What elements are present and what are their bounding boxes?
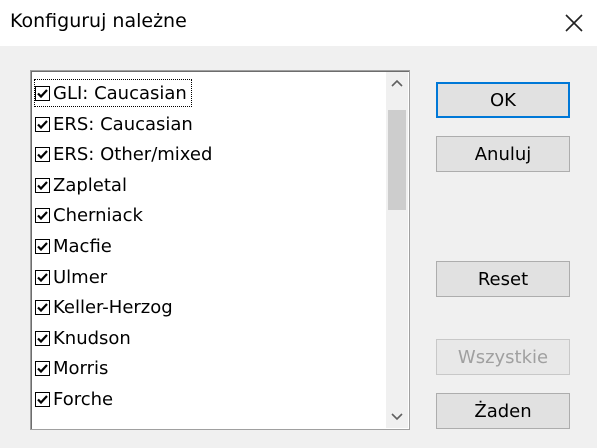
list-item[interactable]: Macfie (35, 231, 375, 261)
chevron-up-icon (391, 79, 403, 87)
list-item-content: Ulmer (35, 264, 111, 290)
close-icon (565, 14, 583, 32)
list-item-label: Macfie (53, 235, 112, 257)
list-item[interactable]: ERS: Caucasian (35, 109, 375, 139)
list-item-label: Knudson (53, 327, 131, 349)
list-item[interactable]: Zapletal (35, 170, 375, 200)
checkmark-icon (37, 119, 48, 129)
list-item-content: Morris (35, 355, 112, 381)
list-item-content: Cherniack (35, 202, 147, 228)
list-item-label: ERS: Caucasian (53, 113, 193, 135)
list-item[interactable]: Morris (35, 353, 375, 383)
list-item-content: ERS: Caucasian (35, 111, 197, 137)
list-item[interactable]: Knudson (35, 323, 375, 353)
checkmark-icon (37, 149, 48, 159)
title-bar: Konfiguruj należne (0, 0, 597, 46)
select-all-button[interactable]: Wszystkie (436, 339, 570, 375)
scroll-up-button[interactable] (386, 72, 408, 94)
list-item-content: Knudson (35, 325, 135, 351)
list-item-label: GLI: Caucasian (53, 82, 187, 104)
checkmark-icon (37, 210, 48, 220)
list-item-label: Ulmer (53, 266, 108, 288)
checkbox[interactable] (35, 116, 50, 132)
chevron-down-icon (391, 413, 403, 421)
select-none-button[interactable]: Żaden (436, 393, 570, 429)
cancel-button[interactable]: Anuluj (436, 136, 570, 172)
list-item[interactable]: Forche (35, 384, 375, 414)
checkmark-icon (37, 241, 48, 251)
list-item-label: Keller-Herzog (53, 296, 173, 318)
list-item-label: Morris (53, 357, 109, 379)
checkbox[interactable] (35, 299, 50, 315)
list-item-content: Macfie (35, 233, 116, 259)
checkbox[interactable] (35, 330, 50, 346)
checkbox[interactable] (35, 391, 50, 407)
dialog-title: Konfiguruj należne (10, 10, 187, 32)
list-item[interactable]: Cherniack (35, 200, 375, 230)
checkbox[interactable] (35, 269, 50, 285)
list-item-content: Keller-Herzog (35, 294, 177, 320)
list-item-label: Cherniack (53, 204, 143, 226)
checkbox[interactable] (35, 238, 50, 254)
checkmark-icon (37, 88, 48, 98)
list-item-label: ERS: Other/mixed (53, 143, 213, 165)
checkmark-icon (37, 272, 48, 282)
list-item[interactable]: Keller-Herzog (35, 292, 375, 322)
list-item-label: Forche (53, 388, 114, 410)
close-button[interactable] (551, 0, 597, 46)
list-item[interactable]: ERS: Other/mixed (35, 139, 375, 169)
list-item[interactable]: GLI: Caucasian (34, 78, 375, 108)
list-item-content: Zapletal (35, 172, 131, 198)
checkbox[interactable] (35, 177, 50, 193)
checkbox[interactable] (35, 360, 50, 376)
scroll-thumb[interactable] (388, 110, 406, 210)
checkmark-icon (37, 180, 48, 190)
checkbox[interactable] (35, 146, 50, 162)
vertical-scrollbar[interactable] (386, 72, 408, 428)
reference-list[interactable]: GLI: Caucasian ERS: Caucasian ERS: Other/m… (30, 70, 410, 430)
checkbox[interactable] (35, 85, 50, 101)
ok-button[interactable]: OK (436, 82, 570, 118)
checkmark-icon (37, 394, 48, 404)
scroll-down-button[interactable] (386, 406, 408, 428)
checkmark-icon (37, 333, 48, 343)
list-item[interactable]: Ulmer (35, 262, 375, 292)
list-item-content: Forche (35, 386, 117, 412)
list-item-content: GLI: Caucasian (34, 79, 192, 107)
checkbox[interactable] (35, 207, 50, 223)
checkmark-icon (37, 363, 48, 373)
reset-button[interactable]: Reset (436, 261, 570, 297)
list-item-content: ERS: Other/mixed (35, 141, 216, 167)
checkmark-icon (37, 302, 48, 312)
list-items: GLI: Caucasian ERS: Caucasian ERS: Other/m… (32, 72, 385, 428)
list-item-label: Zapletal (53, 174, 127, 196)
